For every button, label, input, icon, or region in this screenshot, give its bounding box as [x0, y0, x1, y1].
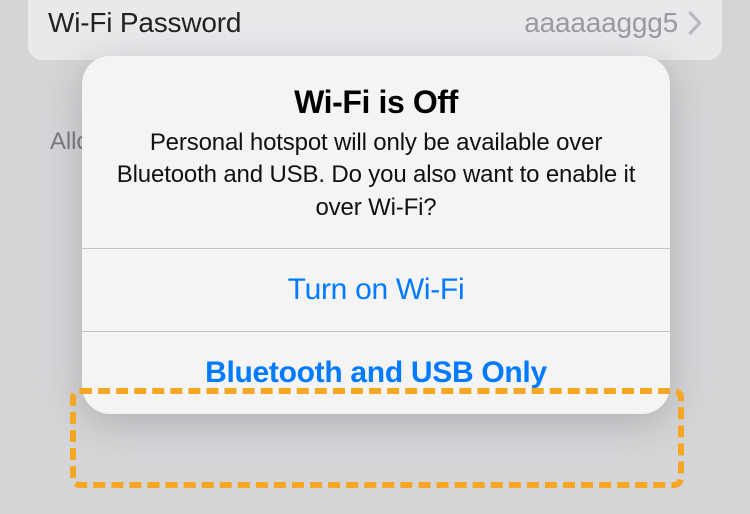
turn-on-wifi-button[interactable]: Turn on Wi-Fi [82, 249, 670, 331]
modal-backdrop: Wi-Fi is Off Personal hotspot will only … [0, 0, 750, 514]
wifi-off-alert: Wi-Fi is Off Personal hotspot will only … [82, 56, 670, 414]
alert-title: Wi-Fi is Off [116, 84, 636, 121]
alert-message: Personal hotspot will only be available … [116, 127, 636, 224]
bluetooth-usb-only-button[interactable]: Bluetooth and USB Only [82, 332, 670, 414]
alert-header: Wi-Fi is Off Personal hotspot will only … [82, 56, 670, 248]
